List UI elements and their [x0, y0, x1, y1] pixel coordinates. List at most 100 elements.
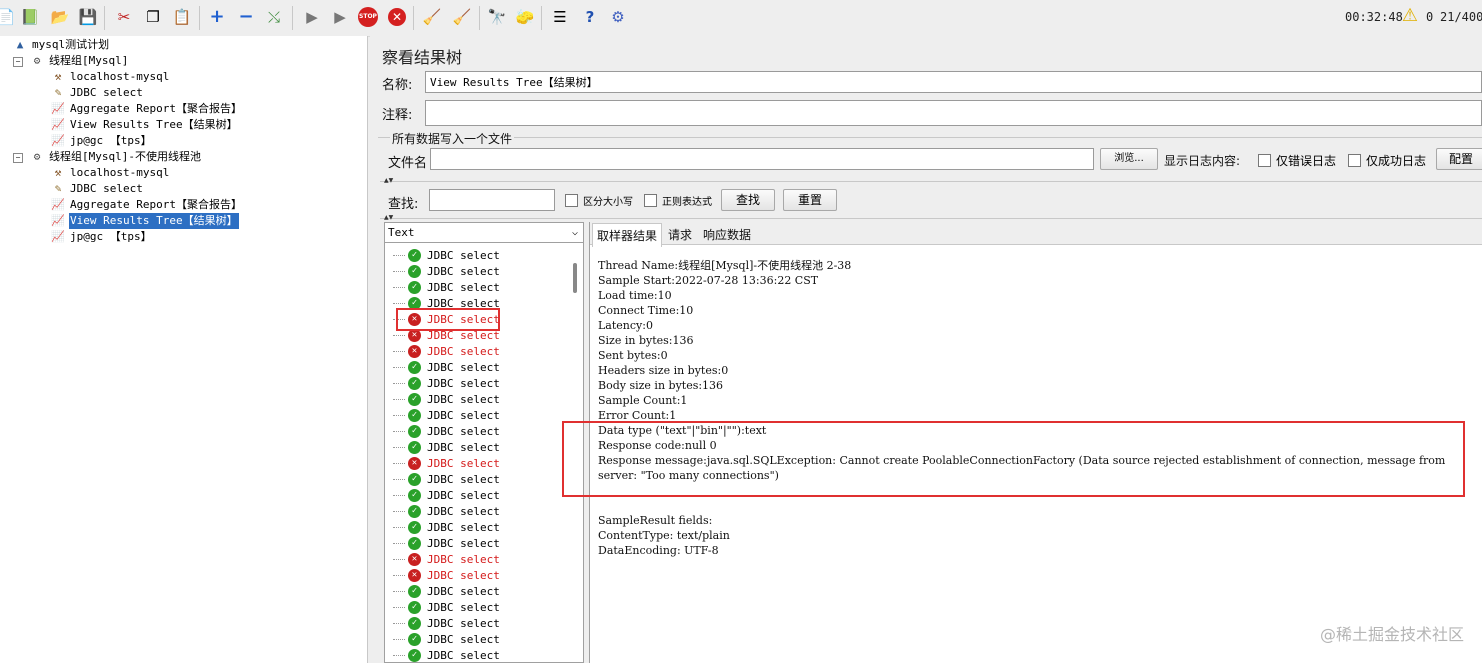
- success-status-icon: ✓: [408, 392, 421, 406]
- stop-icon[interactable]: STOP: [358, 7, 378, 27]
- paste-icon[interactable]: 📋: [172, 7, 192, 27]
- result-item-label: JDBC select: [427, 536, 500, 550]
- result-item[interactable]: ✓ JDBC select: [393, 263, 500, 279]
- warning-count: 0: [1426, 10, 1434, 24]
- main-toolbar: 📄 📗 📂 💾 ✂ ❐ 📋 + − ⤯ ▶ ▶ STOP ✕ 🧹 🧹 🔭 🧽 ☰…: [0, 0, 1482, 37]
- filename-input[interactable]: [430, 148, 1094, 170]
- result-item[interactable]: ✓ JDBC select: [393, 535, 500, 551]
- cut-icon[interactable]: ✂: [114, 7, 134, 27]
- listener-icon: 📈: [51, 230, 65, 243]
- tree-item-thread-group[interactable]: ⚙ 线程组[Mysql]: [29, 53, 129, 69]
- help-icon[interactable]: ?: [580, 7, 600, 27]
- error-message-highlight-box: [562, 421, 1465, 497]
- tree-item-sampler[interactable]: ✎ JDBC select: [50, 181, 144, 197]
- errors-only-checkbox[interactable]: 仅错误日志: [1258, 152, 1336, 169]
- expand-icon[interactable]: +: [207, 7, 227, 27]
- success-status-icon: ✓: [408, 472, 421, 486]
- clear-all-icon[interactable]: 🧹: [452, 7, 472, 27]
- tree-item-results-tree[interactable]: 📈 View Results Tree【结果树】: [50, 117, 239, 133]
- search-input[interactable]: [429, 189, 555, 211]
- result-item[interactable]: ✕ JDBC select: [393, 551, 500, 567]
- result-item-label: JDBC select: [427, 472, 500, 486]
- renderer-select[interactable]: Text ⌵: [385, 223, 583, 243]
- result-item[interactable]: ✓ JDBC select: [393, 247, 500, 263]
- result-item[interactable]: ✓ JDBC select: [393, 375, 500, 391]
- file-label: 文件名: [388, 156, 428, 171]
- tab-sampler-result[interactable]: 取样器结果: [592, 223, 663, 247]
- start-icon[interactable]: ▶: [302, 7, 322, 27]
- detail-tabs: 取样器结果 请求 响应数据: [590, 222, 1482, 247]
- result-item[interactable]: ✓ JDBC select: [393, 615, 500, 631]
- name-field[interactable]: View Results Tree【结果树】: [425, 71, 1482, 93]
- regex-checkbox[interactable]: 正则表达式: [644, 193, 712, 208]
- result-item[interactable]: ✓ JDBC select: [393, 439, 500, 455]
- success-status-icon: ✓: [408, 632, 421, 646]
- result-item[interactable]: ✓ JDBC select: [393, 391, 500, 407]
- splitter-arrows-icon[interactable]: ▲▼: [384, 177, 393, 184]
- error-status-icon: ✕: [408, 552, 421, 566]
- success-status-icon: ✓: [408, 440, 421, 454]
- result-item[interactable]: ✓ JDBC select: [393, 631, 500, 647]
- success-status-icon: ✓: [408, 600, 421, 614]
- tree-item-aggregate-report[interactable]: 📈 Aggregate Report【聚合报告】: [50, 101, 243, 117]
- tree-item-config[interactable]: ⚒ localhost-mysql: [50, 69, 170, 85]
- reset-search-icon[interactable]: 🧽: [515, 7, 535, 27]
- reset-button[interactable]: 重置: [783, 189, 837, 211]
- result-item[interactable]: ✓ JDBC select: [393, 519, 500, 535]
- result-item-label: JDBC select: [427, 408, 500, 422]
- tab-request[interactable]: 请求: [668, 226, 692, 243]
- comment-field[interactable]: [425, 100, 1482, 126]
- browse-button[interactable]: 浏览...: [1100, 148, 1158, 170]
- tree-item-thread-group-no-pool[interactable]: ⚙ 线程组[Mysql]-不使用线程池: [29, 149, 202, 165]
- tree-item-aggregate-report[interactable]: 📈 Aggregate Report【聚合报告】: [50, 197, 243, 213]
- configure-button[interactable]: 配置: [1436, 148, 1482, 170]
- result-item[interactable]: ✕ JDBC select: [393, 567, 500, 583]
- result-item[interactable]: ✓ JDBC select: [393, 359, 500, 375]
- result-item[interactable]: ✓ JDBC select: [393, 279, 500, 295]
- collapse-icon[interactable]: −: [236, 7, 256, 27]
- result-item[interactable]: ✓ JDBC select: [393, 647, 500, 662]
- splitter-arrows-icon[interactable]: ▲▼: [384, 214, 393, 221]
- result-item[interactable]: ✓ JDBC select: [393, 599, 500, 615]
- result-item[interactable]: ✓ JDBC select: [393, 583, 500, 599]
- scrollbar[interactable]: [573, 263, 577, 293]
- result-item[interactable]: ✓ JDBC select: [393, 471, 500, 487]
- result-item[interactable]: ✓ JDBC select: [393, 487, 500, 503]
- find-button[interactable]: 查找: [721, 189, 775, 211]
- tree-item-tps[interactable]: 📈 jp@gc 【tps】: [50, 229, 153, 245]
- save-icon[interactable]: 💾: [78, 7, 98, 27]
- watermark: @稀土掘金技术社区: [1319, 625, 1464, 644]
- search-icon[interactable]: 🔭: [487, 7, 507, 27]
- tab-response-data[interactable]: 响应数据: [703, 226, 751, 243]
- copy-icon[interactable]: ❐: [143, 7, 163, 27]
- collapse-toggle-icon[interactable]: −: [13, 153, 23, 163]
- result-item[interactable]: ✓ JDBC select: [393, 423, 500, 439]
- collapse-toggle-icon[interactable]: −: [13, 57, 23, 67]
- success-status-icon: ✓: [408, 408, 421, 422]
- shutdown-icon[interactable]: ✕: [387, 7, 407, 27]
- case-sensitive-checkbox[interactable]: 区分大小写: [565, 193, 633, 208]
- result-item-label: JDBC select: [427, 552, 500, 566]
- thread-count: 21/400: [1440, 10, 1482, 24]
- result-item[interactable]: ✓ JDBC select: [393, 503, 500, 519]
- result-item-label: JDBC select: [427, 616, 500, 630]
- remote-icon[interactable]: ⚙: [608, 7, 628, 27]
- tree-item-sampler[interactable]: ✎ JDBC select: [50, 85, 144, 101]
- open-icon[interactable]: 📂: [50, 7, 70, 27]
- tree-item-tps[interactable]: 📈 jp@gc 【tps】: [50, 133, 153, 149]
- result-item[interactable]: ✕ JDBC select: [393, 343, 500, 359]
- tree-item-test-plan[interactable]: ▲ mysql测试计划: [12, 37, 110, 53]
- tree-item-config[interactable]: ⚒ localhost-mysql: [50, 165, 170, 181]
- start-no-pause-icon[interactable]: ▶: [330, 7, 350, 27]
- success-only-checkbox[interactable]: 仅成功日志: [1348, 152, 1426, 169]
- result-item[interactable]: ✓ JDBC select: [393, 407, 500, 423]
- warning-icon[interactable]: ⚠: [1400, 6, 1420, 26]
- new-icon[interactable]: 📄: [0, 7, 16, 27]
- templates-icon[interactable]: 📗: [20, 7, 40, 27]
- clear-icon[interactable]: 🧹: [422, 7, 442, 27]
- function-helper-icon[interactable]: ☰: [550, 7, 570, 27]
- result-item-label: JDBC select: [427, 488, 500, 502]
- toggle-icon[interactable]: ⤯: [264, 7, 284, 27]
- tree-item-results-tree-selected[interactable]: 📈 View Results Tree【结果树】: [50, 213, 239, 229]
- result-item[interactable]: ✕ JDBC select: [393, 455, 500, 471]
